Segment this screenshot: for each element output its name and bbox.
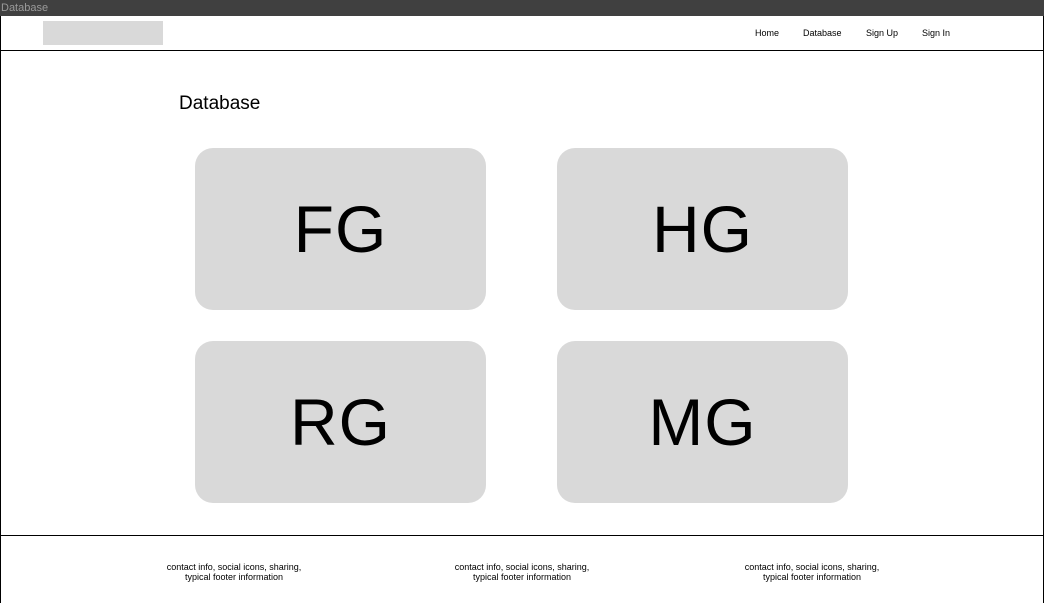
- footer-text-line: typical footer information: [762, 572, 862, 582]
- page-frame: [0, 16, 1044, 603]
- footer-column: contact info, social icons, sharing, typ…: [149, 562, 319, 582]
- nav-signup-link[interactable]: Sign Up: [866, 27, 898, 39]
- card-label: RG: [290, 385, 391, 459]
- footer-text-line: contact info, social icons, sharing,: [454, 562, 590, 572]
- page-title: Database: [179, 93, 261, 114]
- page-footer: contact info, social icons, sharing, typ…: [0, 535, 1044, 603]
- footer-text-line: typical footer information: [184, 572, 284, 582]
- logo-placeholder[interactable]: [43, 21, 163, 45]
- nav-signin-link[interactable]: Sign In: [922, 27, 950, 39]
- database-card-mg[interactable]: MG: [557, 341, 848, 503]
- window-titlebar: Database: [0, 0, 1044, 16]
- nav-home-link[interactable]: Home: [755, 27, 779, 39]
- footer-column: contact info, social icons, sharing, typ…: [727, 562, 897, 582]
- card-label: FG: [293, 192, 388, 266]
- database-card-fg[interactable]: FG: [195, 148, 486, 310]
- footer-text-line: contact info, social icons, sharing,: [744, 562, 880, 572]
- card-label: HG: [652, 192, 753, 266]
- window-title: Database: [1, 2, 49, 14]
- footer-text-line: contact info, social icons, sharing,: [166, 562, 302, 572]
- footer-text-line: typical footer information: [472, 572, 572, 582]
- nav-database-link[interactable]: Database: [803, 27, 842, 39]
- top-navbar: Home Database Sign Up Sign In: [0, 16, 1044, 51]
- card-label: MG: [648, 385, 757, 459]
- footer-column: contact info, social icons, sharing, typ…: [437, 562, 607, 582]
- database-card-rg[interactable]: RG: [195, 341, 486, 503]
- database-card-hg[interactable]: HG: [557, 148, 848, 310]
